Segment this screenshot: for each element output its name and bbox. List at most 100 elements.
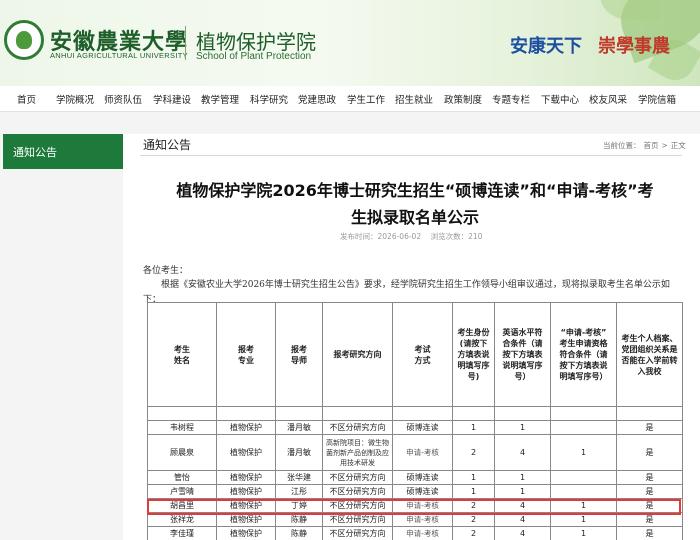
department-name-en: School of Plant Protection <box>196 51 312 62</box>
table-cell-direction: 不区分研究方向 <box>322 470 393 485</box>
university-logo-icon[interactable] <box>4 20 44 60</box>
nav-item-alumni[interactable]: 校友风采 <box>589 92 627 106</box>
nav-item-enrollment[interactable]: 招生就业 <box>395 92 433 106</box>
publish-time: 发布时间：2026-06-02 <box>340 232 422 241</box>
nav-item-home[interactable]: 首页 <box>17 92 36 106</box>
table-cell-transfer: 是 <box>616 526 683 540</box>
admission-table: 考生 姓名 报考 专业 报考 导师 报考研究方向 考试 方式 考生身份 (请按下 方填表说 明填写序 号)… <box>147 302 683 540</box>
table-header-cell: 考试 方式 <box>392 302 453 407</box>
nav-item-faculty[interactable]: 师资队伍 <box>104 92 142 106</box>
table-cell-direction <box>322 406 393 421</box>
table-cell-exam: 申请-考核 <box>392 512 453 527</box>
table-cell-name: 管怡 <box>147 470 217 485</box>
table-header-cell: 报考 导师 <box>275 302 323 407</box>
table-cell-exam: 申请-考核 <box>392 434 453 471</box>
motto-left: 安康天下 <box>510 36 582 57</box>
table-cell-direction: 不区分研究方向 <box>322 420 393 435</box>
table-cell-identity: 2 <box>452 498 495 513</box>
table-cell-qualify <box>550 484 617 499</box>
view-count: 浏览次数：210 <box>430 232 483 241</box>
table-cell-identity: 1 <box>452 484 495 499</box>
nav-item-research[interactable]: 科学研究 <box>250 92 288 106</box>
table-cell-qualify: 1 <box>550 434 617 471</box>
breadcrumb-prefix: 当前位置： <box>603 141 641 150</box>
table-cell-tutor: 潘月敏 <box>275 420 323 435</box>
nav-item-special[interactable]: 专题专栏 <box>492 92 530 106</box>
table-row: 管怡 植物保护 张华建 不区分研究方向 硕博连读 1 1 是 <box>147 470 683 485</box>
table-cell-english: 4 <box>494 434 551 471</box>
table-cell-major: 植物保护 <box>216 470 276 485</box>
table-cell-qualify <box>550 470 617 485</box>
nav-item-overview[interactable]: 学院概况 <box>56 92 94 106</box>
table-cell-name: 韦树程 <box>147 420 217 435</box>
sidebar <box>0 134 123 540</box>
table-cell-identity: 2 <box>452 526 495 540</box>
breadcrumb-home[interactable]: 首页 <box>644 141 659 150</box>
table-cell-tutor: 江彤 <box>275 484 323 499</box>
table-cell-qualify <box>550 420 617 435</box>
table-header-cell: 考生 姓名 <box>147 302 217 407</box>
nav-item-mailbox[interactable]: 学院信箱 <box>638 92 676 106</box>
table-cell-direction: 不区分研究方向 <box>322 484 393 499</box>
table-row: 张祥龙 植物保护 陈静 不区分研究方向 申请-考核 2 4 1 是 <box>147 512 683 527</box>
table-row: 胡昌里 植物保护 丁婷 不区分研究方向 申请-考核 2 4 1 是 <box>147 498 683 513</box>
article-title: 植物保护学院2026年博士研究生招生“硕博连读”和“申请-考核”考生拟录取名单公… <box>176 181 654 227</box>
sidebar-item-notices[interactable]: 通知公告 <box>3 134 123 169</box>
table-cell-name: 卢雪晴 <box>147 484 217 499</box>
table-cell-qualify <box>550 406 617 421</box>
table-cell-qualify: 1 <box>550 526 617 540</box>
nav-item-students[interactable]: 学生工作 <box>347 92 385 106</box>
table-cell-exam <box>392 406 453 421</box>
table-header-row: 考生 姓名 报考 专业 报考 导师 报考研究方向 考试 方式 考生身份 (请按下 方填表说 明填写序 号)… <box>147 302 683 407</box>
table-cell-english <box>494 406 551 421</box>
leaf-decoration <box>600 0 660 20</box>
table-cell-transfer: 是 <box>616 484 683 499</box>
table-cell-major: 植物保护 <box>216 512 276 527</box>
table-cell-identity: 1 <box>452 470 495 485</box>
header-banner: 安徽農業大學 ANHUI AGRICULTURAL UNIVERSITY 植物保… <box>0 0 700 86</box>
table-cell-identity <box>452 406 495 421</box>
nav-item-party[interactable]: 党建思政 <box>298 92 336 106</box>
nav-item-download[interactable]: 下载中心 <box>541 92 579 106</box>
main-nav: 首页 学院概况 师资队伍 学科建设 教学管理 科学研究 党建思政 学生工作 招生… <box>0 86 700 112</box>
table-cell-identity: 1 <box>452 420 495 435</box>
table-cell-exam: 申请-考核 <box>392 498 453 513</box>
table-cell-tutor: 潘月敏 <box>275 434 323 471</box>
table-cell-qualify: 1 <box>550 498 617 513</box>
table-cell-english: 1 <box>494 484 551 499</box>
table-cell-major: 植物保护 <box>216 420 276 435</box>
motto-right: 崇學事農 <box>598 36 670 57</box>
salutation: 各位考生： <box>143 266 189 276</box>
table-cell-major: 植物保护 <box>216 526 276 540</box>
table-header-cell: 报考 专业 <box>216 302 276 407</box>
table-cell-name: 胡昌里 <box>147 498 217 513</box>
table-cell-transfer: 是 <box>616 498 683 513</box>
section-divider <box>140 155 682 156</box>
table-cell-tutor: 张华建 <box>275 470 323 485</box>
table-cell-identity: 2 <box>452 434 495 471</box>
breadcrumb-separator: > <box>661 141 668 150</box>
table-cell-exam: 硕博连读 <box>392 420 453 435</box>
breadcrumb: 当前位置： 首页 > 正文 <box>603 140 689 151</box>
table-row: 韦树程 植物保护 潘月敏 不区分研究方向 硕博连读 1 1 是 <box>147 420 683 435</box>
table-cell-transfer: 是 <box>616 470 683 485</box>
nav-item-teaching[interactable]: 教学管理 <box>201 92 239 106</box>
table-cell-direction: 不区分研究方向 <box>322 498 393 513</box>
table-header-cell: 报考研究方向 <box>322 302 393 407</box>
table-cell-direction: 高新院项目：微生物菌剂新产品创制及应用技术研发 <box>322 434 393 471</box>
table-cell-transfer <box>616 406 683 421</box>
header-divider <box>185 26 186 60</box>
university-name-en: ANHUI AGRICULTURAL UNIVERSITY <box>50 51 188 60</box>
table-cell-transfer: 是 <box>616 512 683 527</box>
table-cell-name: 顾晨泉 <box>147 434 217 471</box>
nav-item-policy[interactable]: 政策制度 <box>444 92 482 106</box>
table-cell-english: 4 <box>494 512 551 527</box>
section-title: 通知公告 <box>143 138 192 152</box>
table-row: 李佳瑾 植物保护 陈静 不区分研究方向 申请-考核 2 4 1 是 <box>147 526 683 540</box>
content-top-strip <box>0 112 700 134</box>
table-cell-major: 植物保护 <box>216 484 276 499</box>
nav-item-discipline[interactable]: 学科建设 <box>153 92 191 106</box>
table-cell-name: 张祥龙 <box>147 512 217 527</box>
table-row: 卢雪晴 植物保护 江彤 不区分研究方向 硕博连读 1 1 是 <box>147 484 683 499</box>
table-cell-tutor <box>275 406 323 421</box>
